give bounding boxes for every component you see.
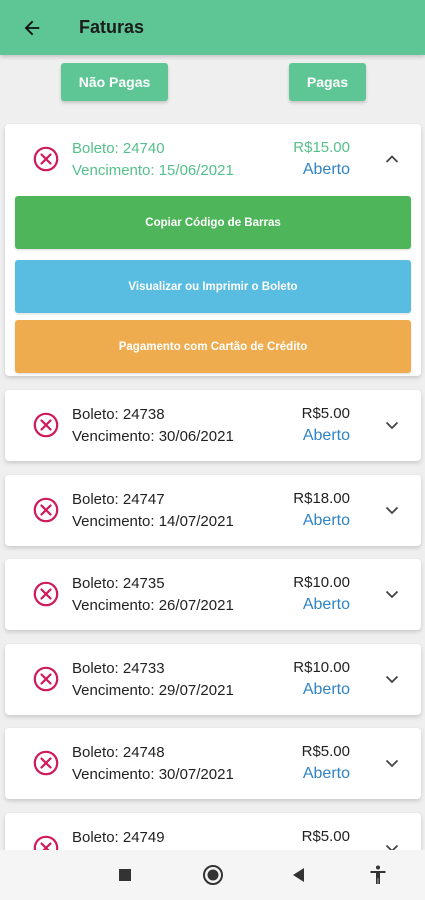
paid-filter-button[interactable]: Pagas — [289, 63, 366, 101]
unpaid-x-circle-icon — [33, 146, 59, 172]
invoice-card-header[interactable]: Boleto: 24747 Vencimento: 14/07/2021 R$1… — [5, 475, 421, 546]
chevron-down-icon[interactable] — [383, 501, 401, 519]
accessibility-icon[interactable] — [366, 863, 390, 887]
invoice-card-header[interactable]: Boleto: 24735 Vencimento: 26/07/2021 R$1… — [5, 559, 421, 630]
invoice-amount: R$10.00 — [293, 574, 350, 591]
invoice-card[interactable]: Boleto: 24738 Vencimento: 30/06/2021 R$5… — [5, 390, 421, 461]
due-date: Vencimento: 15/06/2021 — [72, 162, 234, 179]
boleto-number: Boleto: 24735 — [72, 575, 165, 592]
invoice-card[interactable]: Boleto: 24735 Vencimento: 26/07/2021 R$1… — [5, 559, 421, 630]
recents-square-icon[interactable] — [113, 863, 137, 887]
chevron-down-icon[interactable] — [383, 416, 401, 434]
due-date: Vencimento: 29/07/2021 — [72, 682, 234, 699]
boleto-number: Boleto: 24748 — [72, 744, 165, 761]
invoice-card-header[interactable]: Boleto: 24740 Vencimento: 15/06/2021 R$1… — [5, 124, 421, 195]
back-button[interactable] — [0, 0, 64, 55]
home-circle-icon[interactable] — [201, 863, 225, 887]
invoice-amount: R$5.00 — [301, 743, 350, 760]
unpaid-filter-button[interactable]: Não Pagas — [61, 63, 168, 101]
system-nav-bar — [0, 850, 425, 900]
chevron-down-icon[interactable] — [383, 670, 401, 688]
invoice-status: Aberto — [302, 161, 350, 178]
back-triangle-icon[interactable] — [287, 863, 311, 887]
unpaid-x-circle-icon — [33, 581, 59, 607]
chevron-up-icon[interactable] — [383, 150, 401, 168]
unpaid-x-circle-icon — [33, 666, 59, 692]
invoice-status: Aberto — [302, 681, 350, 698]
invoice-card[interactable]: Boleto: 24747 Vencimento: 14/07/2021 R$1… — [5, 475, 421, 546]
view-print-boleto-button[interactable]: Visualizar ou Imprimir o Boleto — [15, 260, 411, 313]
invoice-card-header[interactable]: Boleto: 24748 Vencimento: 30/07/2021 R$5… — [5, 728, 421, 799]
copy-barcode-button[interactable]: Copiar Código de Barras — [15, 196, 411, 249]
invoice-card: Boleto: 24740 Vencimento: 15/06/2021 R$1… — [5, 124, 421, 376]
invoice-card-header[interactable]: Boleto: 24738 Vencimento: 30/06/2021 R$5… — [5, 390, 421, 461]
chevron-down-icon[interactable] — [383, 585, 401, 603]
invoice-status: Aberto — [302, 596, 350, 613]
chevron-down-icon[interactable] — [383, 754, 401, 772]
invoice-amount: R$5.00 — [301, 405, 350, 422]
boleto-number: Boleto: 24747 — [72, 491, 165, 508]
boleto-number: Boleto: 24749 — [72, 829, 165, 846]
page-title: Faturas — [79, 17, 145, 37]
invoice-amount: R$18.00 — [293, 490, 350, 507]
unpaid-x-circle-icon — [33, 497, 59, 523]
invoice-card-header[interactable]: Boleto: 24733 Vencimento: 29/07/2021 R$1… — [5, 644, 421, 715]
invoice-amount: R$5.00 — [301, 828, 350, 845]
unpaid-x-circle-icon — [33, 412, 59, 438]
unpaid-x-circle-icon — [33, 750, 59, 776]
due-date: Vencimento: 30/07/2021 — [72, 766, 234, 783]
invoice-status: Aberto — [302, 427, 350, 444]
boleto-number: Boleto: 24740 — [72, 140, 165, 157]
arrow-back-icon — [24, 20, 40, 35]
boleto-number: Boleto: 24738 — [72, 406, 165, 423]
invoice-card[interactable]: Boleto: 24748 Vencimento: 30/07/2021 R$5… — [5, 728, 421, 799]
app-bar: Faturas — [0, 0, 425, 55]
boleto-number: Boleto: 24733 — [72, 660, 165, 677]
invoice-amount: R$10.00 — [293, 659, 350, 676]
invoice-amount: R$15.00 — [293, 139, 350, 156]
invoice-status: Aberto — [302, 765, 350, 782]
credit-card-payment-button[interactable]: Pagamento com Cartão de Crédito — [15, 320, 411, 373]
due-date: Vencimento: 26/07/2021 — [72, 597, 234, 614]
due-date: Vencimento: 14/07/2021 — [72, 513, 234, 530]
invoice-status: Aberto — [302, 512, 350, 529]
due-date: Vencimento: 30/06/2021 — [72, 428, 234, 445]
invoice-card[interactable]: Boleto: 24733 Vencimento: 29/07/2021 R$1… — [5, 644, 421, 715]
